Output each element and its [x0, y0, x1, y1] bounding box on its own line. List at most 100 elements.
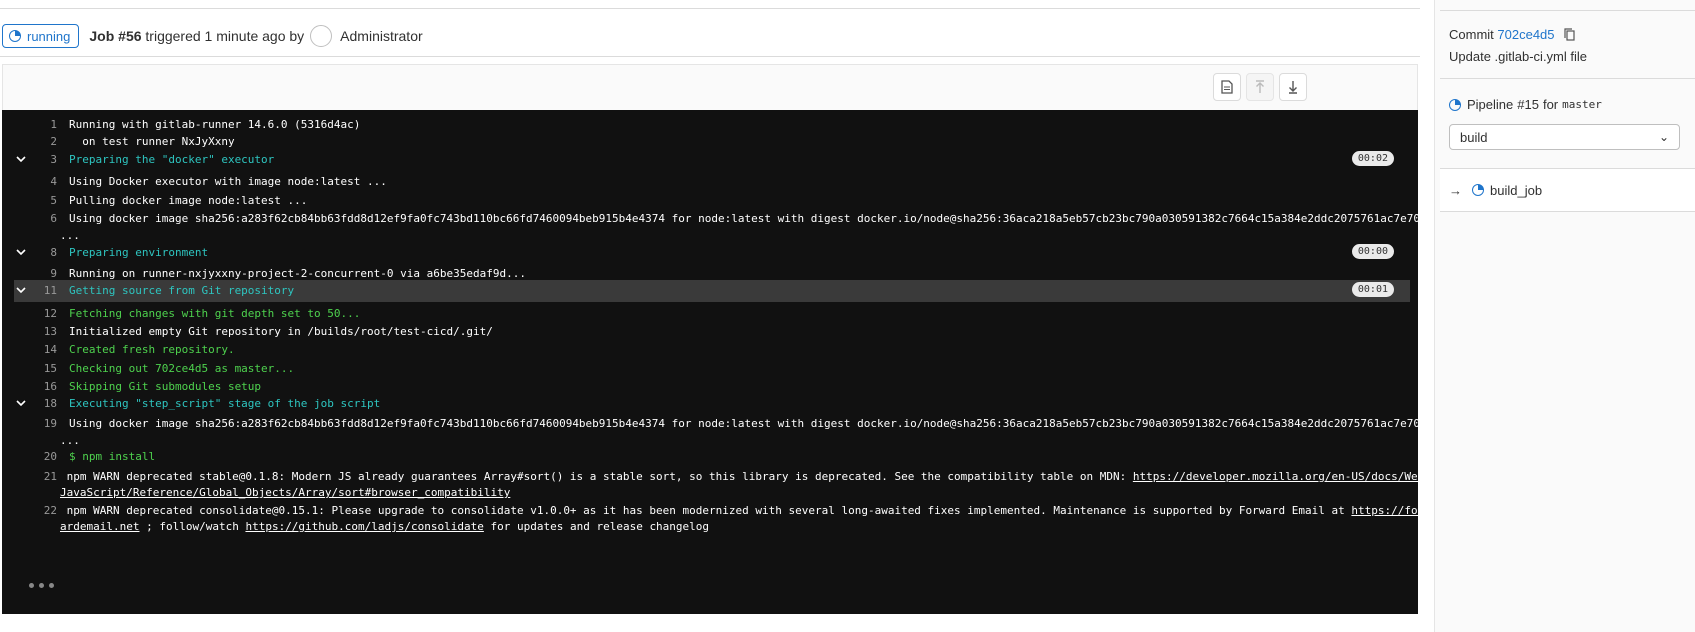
section-duration-badge: 00:00 [1351, 244, 1394, 259]
line-number[interactable]: 16 [2, 380, 57, 393]
pipeline-ref[interactable]: master [1562, 98, 1602, 111]
scroll-to-bottom-button[interactable] [1279, 73, 1307, 101]
divider [0, 56, 1420, 57]
running-icon [1472, 184, 1484, 196]
log-line: 1 Running with gitlab-runner 14.6.0 (5316… [2, 118, 1412, 134]
chevron-down-icon: ⌄ [1658, 130, 1669, 144]
log-text: ardemail.net ; follow/watch https://gith… [60, 520, 709, 533]
log-line: 2 on test runner NxJyXxny [2, 135, 1412, 151]
line-number[interactable]: 13 [2, 325, 57, 338]
log-section-header[interactable]: 8 Preparing environment 00:00 [2, 244, 1412, 262]
log-text: npm WARN deprecated stable@0.1.8: Modern… [60, 470, 1418, 483]
log-text: npm WARN deprecated consolidate@0.15.1: … [60, 504, 1418, 517]
commit-sha-link[interactable]: 702ce4d5 [1497, 27, 1554, 42]
user-name[interactable]: Administrator [340, 28, 422, 44]
log-link[interactable]: https://github.com/ladjs/consolidate [245, 520, 483, 533]
line-number[interactable]: 9 [2, 267, 57, 280]
line-number[interactable]: 11 [2, 284, 57, 297]
scroll-to-top-button[interactable] [1246, 73, 1274, 101]
log-line: 20 $ npm install [2, 450, 1412, 466]
section-duration-badge: 00:01 [1351, 282, 1394, 297]
log-text-wrap: ... [60, 229, 80, 242]
running-icon [9, 30, 21, 42]
line-number[interactable]: 8 [2, 246, 57, 259]
line-number[interactable]: 15 [2, 362, 57, 375]
log-link[interactable]: JavaScript/Reference/Global_Objects/Arra… [60, 486, 510, 499]
line-number[interactable]: 5 [2, 194, 57, 207]
stage-select[interactable]: build ⌄ [1449, 124, 1680, 150]
chevron-down-icon[interactable] [15, 284, 29, 298]
copy-icon[interactable] [1564, 28, 1575, 44]
running-icon [1449, 98, 1461, 111]
line-number[interactable]: 3 [2, 153, 57, 166]
log-text: Fetching changes with git depth set to 5… [69, 307, 361, 320]
job-title: Job #56 triggered 1 minute ago by [89, 28, 304, 44]
log-text: ; follow/watch [139, 520, 246, 533]
line-number[interactable]: 18 [2, 397, 57, 410]
log-line: 16 Skipping Git submodules setup [2, 380, 1412, 396]
show-raw-button[interactable] [1213, 73, 1241, 101]
sidebar-job-item[interactable]: → build_job [1440, 168, 1695, 212]
line-number[interactable]: 12 [2, 307, 57, 320]
line-number[interactable]: 1 [2, 118, 57, 131]
divider [1440, 10, 1695, 11]
log-text: $ npm install [69, 450, 156, 463]
section-duration-badge: 00:02 [1351, 151, 1394, 166]
log-line: 4 Using Docker executor with image node:l… [2, 175, 1412, 191]
line-number[interactable]: 4 [2, 175, 57, 188]
log-text: JavaScript/Reference/Global_Objects/Arra… [60, 486, 510, 499]
log-section-header[interactable]: 3 Preparing the "docker" executor 00:02 [2, 151, 1412, 169]
line-number[interactable]: 22 [2, 504, 57, 517]
line-number[interactable]: 14 [2, 343, 57, 356]
job-name[interactable]: build_job [1490, 183, 1542, 198]
chevron-down-icon[interactable] [15, 153, 29, 167]
log-text: Pulling docker image node:latest ... [69, 194, 308, 207]
scroll-down-icon [1289, 81, 1297, 94]
log-line: 5 Pulling docker image node:latest ... [2, 194, 1412, 210]
log-text: for updates and release changelog [483, 520, 710, 533]
log-line: 19 Using docker image sha256:a283f62cb84b… [2, 417, 1418, 433]
log-link[interactable]: https://developer.mozilla.org/en-US/docs… [1133, 470, 1418, 483]
log-text: Executing "step_script" stage of the job… [69, 397, 381, 410]
log-text: Initialized empty Git repository in /bui… [69, 325, 493, 338]
job-header: running Job #56 triggered 1 minute ago b… [2, 20, 423, 52]
log-line: 6 Using docker image sha256:a283f62cb84bb… [2, 212, 1418, 228]
line-number[interactable]: 2 [2, 135, 57, 148]
log-line: 14 Created fresh repository. [2, 343, 1412, 359]
pipeline-info: Pipeline #15 for master [1449, 97, 1602, 112]
pipeline-id: #15 [1517, 97, 1539, 112]
log-text: on test runner NxJyXxny [69, 135, 235, 148]
job-id: Job #56 [89, 28, 142, 44]
log-text: Using docker image sha256:a283f62cb84bb6… [69, 212, 1418, 225]
log-link[interactable]: ardemail.net [60, 520, 139, 533]
log-text: Preparing the "docker" executor [69, 153, 275, 166]
avatar[interactable] [310, 25, 333, 47]
log-link[interactable]: https://forw [1351, 504, 1418, 517]
log-text: npm WARN deprecated consolidate@0.15.1: … [60, 504, 1352, 517]
log-section-header[interactable]: 11 Getting source from Git repository 00:0… [2, 282, 1412, 300]
arrow-right-icon: → [1449, 182, 1462, 198]
log-text: Using docker image sha256:a283f62cb84bb6… [69, 417, 1418, 430]
divider [0, 8, 1420, 9]
document-icon [1221, 80, 1233, 94]
line-number[interactable]: 6 [2, 212, 57, 225]
status-badge[interactable]: running [2, 24, 80, 48]
pipeline-label[interactable]: Pipeline [1467, 97, 1513, 112]
line-number[interactable]: 21 [2, 470, 57, 483]
job-log: 1 Running with gitlab-runner 14.6.0 (5316… [2, 110, 1418, 614]
log-section-header[interactable]: 18 Executing "step_script" stage of the j… [2, 397, 1412, 413]
log-text: npm WARN deprecated stable@0.1.8: Modern… [60, 470, 1133, 483]
line-number[interactable]: 19 [2, 417, 57, 430]
log-text: Running on runner-nxjyxxny-project-2-con… [69, 267, 526, 280]
commit-info: Commit 702ce4d5 [1449, 27, 1575, 44]
log-text: Skipping Git submodules setup [69, 380, 262, 393]
divider [1440, 78, 1695, 79]
log-toolbar [2, 64, 1418, 110]
line-number[interactable]: 20 [2, 450, 57, 463]
log-text: Getting source from Git repository [69, 284, 295, 297]
scroll-up-icon [1256, 80, 1264, 93]
log-text: Running with gitlab-runner 14.6.0 (5316d… [69, 118, 361, 131]
job-log-panel: running Job #56 triggered 1 minute ago b… [0, 0, 1420, 632]
chevron-down-icon[interactable] [15, 246, 29, 260]
chevron-down-icon[interactable] [15, 397, 29, 411]
